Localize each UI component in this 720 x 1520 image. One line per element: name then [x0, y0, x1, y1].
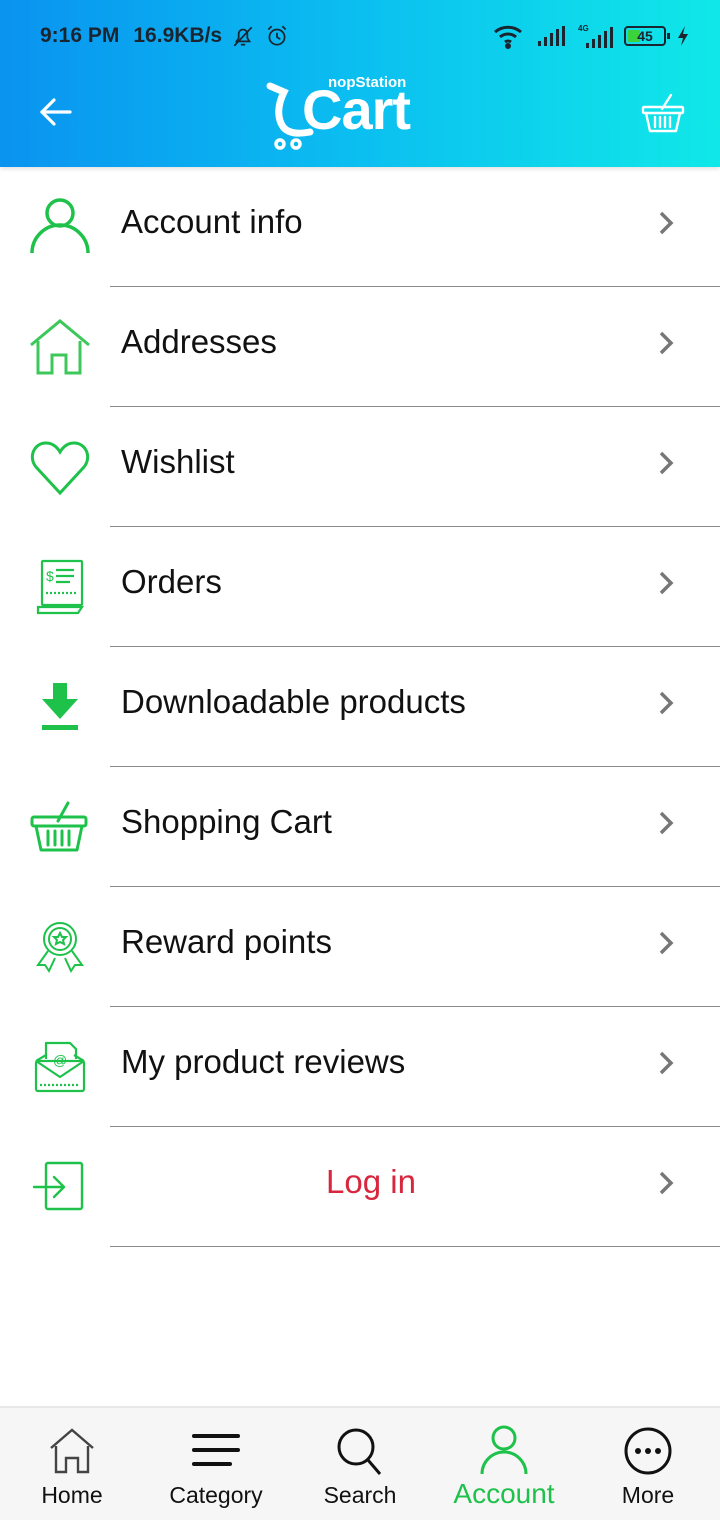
svg-text:$: $	[46, 568, 54, 584]
status-time: 9:16 PM	[40, 24, 120, 47]
menu-item-label: Reward points	[121, 923, 332, 960]
menu-item-label: Account info	[121, 203, 303, 240]
menu-item-my-product-reviews[interactable]: @ My product reviews	[0, 1007, 720, 1127]
menu-item-orders[interactable]: $ Orders	[0, 527, 720, 647]
nav-home[interactable]: Home	[0, 1408, 144, 1520]
signal-4g-icon: 4G	[578, 24, 613, 48]
app-logo: nopStation Cart	[266, 74, 426, 150]
divider	[110, 1245, 720, 1247]
menu-item-label: Downloadable products	[121, 683, 466, 720]
nav-label: More	[621, 1482, 675, 1508]
menu-item-shopping-cart[interactable]: Shopping Cart	[0, 767, 720, 887]
menu-icon	[192, 1434, 240, 1466]
more-icon	[624, 1427, 672, 1475]
chevron-right-icon	[659, 571, 674, 595]
logo-big-text: Cart	[302, 78, 411, 141]
menu-item-wishlist[interactable]: Wishlist	[0, 407, 720, 527]
chevron-right-icon	[659, 811, 674, 835]
award-badge-icon	[36, 922, 84, 974]
charging-icon	[678, 26, 688, 46]
menu-item-label: My product reviews	[121, 1043, 406, 1080]
menu-item-login[interactable]: Log in	[0, 1127, 720, 1247]
menu-item-label: Orders	[121, 563, 222, 600]
app-header: 9:16 PM 16.9KB/s 4G 45 nopStation Cart	[0, 0, 720, 167]
receipt-icon: $	[36, 559, 85, 615]
status-bar: 9:16 PM 16.9KB/s 4G 45	[40, 20, 690, 52]
menu-item-label: Shopping Cart	[121, 803, 332, 840]
svg-text:@: @	[53, 1052, 67, 1068]
menu-item-reward-points[interactable]: Reward points	[0, 887, 720, 1007]
chevron-right-icon	[659, 931, 674, 955]
chevron-right-icon	[659, 691, 674, 715]
nav-label: Category	[169, 1482, 263, 1508]
nav-label: Search	[323, 1482, 397, 1508]
search-icon	[337, 1428, 382, 1475]
nav-more[interactable]: More	[576, 1408, 720, 1520]
menu-item-label: Addresses	[121, 323, 277, 360]
nav-label: Account	[453, 1478, 555, 1509]
battery-level: 45	[637, 28, 653, 44]
account-menu: Account info Addresses Wishlist $ Orders…	[0, 167, 720, 1247]
back-button[interactable]	[36, 92, 76, 132]
nav-label: Home	[41, 1482, 103, 1508]
cart-button[interactable]	[640, 90, 686, 136]
user-icon	[30, 198, 90, 254]
chevron-right-icon	[659, 1051, 674, 1075]
status-net-speed: 16.9KB/s	[133, 24, 223, 47]
alarm-icon	[267, 25, 287, 46]
chevron-right-icon	[659, 451, 674, 475]
menu-item-addresses[interactable]: Addresses	[0, 287, 720, 407]
wifi-icon	[494, 25, 522, 49]
download-icon	[42, 683, 78, 730]
heart-icon	[30, 441, 90, 496]
user-icon	[480, 1425, 528, 1475]
menu-item-label: Wishlist	[121, 443, 235, 480]
menu-item-account-info[interactable]: Account info	[0, 167, 720, 287]
svg-text:4G: 4G	[578, 24, 589, 33]
mail-at-icon: @	[34, 1041, 86, 1093]
login-label: Log in	[326, 1163, 416, 1200]
nav-category[interactable]: Category	[144, 1408, 288, 1520]
home-icon	[50, 1428, 94, 1474]
basket-icon	[30, 801, 88, 852]
chevron-right-icon	[659, 1171, 674, 1195]
signal-icon	[538, 26, 565, 46]
battery-icon: 45	[624, 26, 670, 46]
chevron-right-icon	[659, 211, 674, 235]
chevron-right-icon	[659, 331, 674, 355]
bottom-nav: Home Category Search Account More	[0, 1406, 720, 1520]
house-icon	[30, 319, 90, 375]
bell-off-icon	[233, 26, 253, 47]
menu-item-downloadable-products[interactable]: Downloadable products	[0, 647, 720, 767]
nav-search[interactable]: Search	[288, 1408, 432, 1520]
nav-account[interactable]: Account	[432, 1408, 576, 1520]
